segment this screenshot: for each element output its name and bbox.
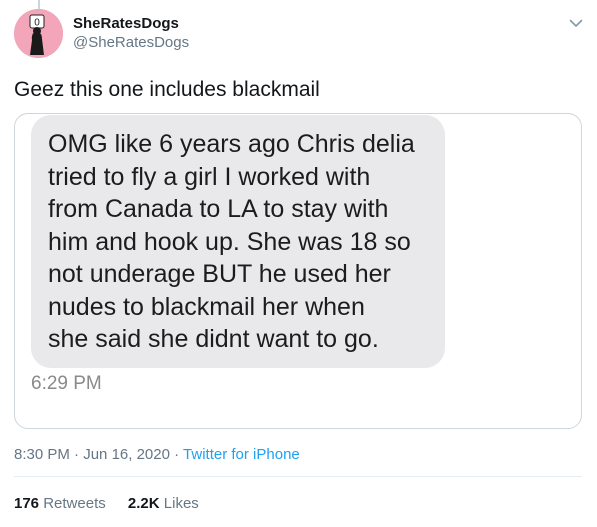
- message-text: OMG like 6 years ago Chris delia tried t…: [48, 128, 445, 356]
- likes-label: Likes: [163, 495, 199, 512]
- message-line: him and hook up. She was 18 so: [48, 227, 411, 256]
- avatar-silhouette-icon: 0: [14, 9, 63, 58]
- tweet-meta: 8:30 PM · Jun 16, 2020 · Twitter for iPh…: [14, 445, 300, 464]
- message-line: OMG like 6 years ago Chris delia: [48, 130, 415, 158]
- thread-connector-line: [38, 0, 40, 9]
- message-line: from Canada to LA to stay with: [48, 195, 389, 223]
- tweet-text: Geez this one includes blackmail: [14, 78, 320, 101]
- message-line: not underage BUT he used her: [48, 260, 391, 288]
- meta-separator: ·: [169, 446, 184, 463]
- meta-separator: ·: [69, 446, 84, 463]
- retweets-label: Retweets: [43, 495, 106, 512]
- tweet-stats: 176 Retweets 2.2K Likes: [14, 494, 217, 513]
- message-line: tried to fly a girl I worked with: [48, 162, 371, 191]
- message-bubble: OMG like 6 years ago Chris delia tried t…: [31, 115, 445, 368]
- retweets-stat[interactable]: 176 Retweets: [14, 494, 106, 513]
- divider: [14, 476, 582, 477]
- likes-stat[interactable]: 2.2K Likes: [128, 494, 199, 513]
- chevron-down-icon[interactable]: [568, 15, 584, 31]
- message-timestamp: 6:29 PM: [31, 373, 102, 394]
- retweets-count: 176: [14, 495, 40, 512]
- tweet-source-link[interactable]: Twitter for iPhone: [183, 446, 300, 463]
- message-line: she said she didnt want to go.: [48, 325, 379, 353]
- attached-image-card[interactable]: OMG like 6 years ago Chris delia tried t…: [14, 113, 582, 429]
- tweet-date[interactable]: Jun 16, 2020: [83, 446, 170, 463]
- likes-count: 2.2K: [127, 495, 160, 512]
- svg-text:0: 0: [34, 18, 40, 29]
- tweet-time[interactable]: 8:30 PM: [14, 446, 70, 463]
- tweet-header: 0 SheRatesDogs @SheRatesDogs: [14, 9, 584, 59]
- author-handle[interactable]: @SheRatesDogs: [73, 33, 189, 52]
- message-line: nudes to blackmail her when: [48, 292, 365, 321]
- author-display-name[interactable]: SheRatesDogs: [73, 14, 189, 33]
- avatar[interactable]: 0: [14, 9, 63, 58]
